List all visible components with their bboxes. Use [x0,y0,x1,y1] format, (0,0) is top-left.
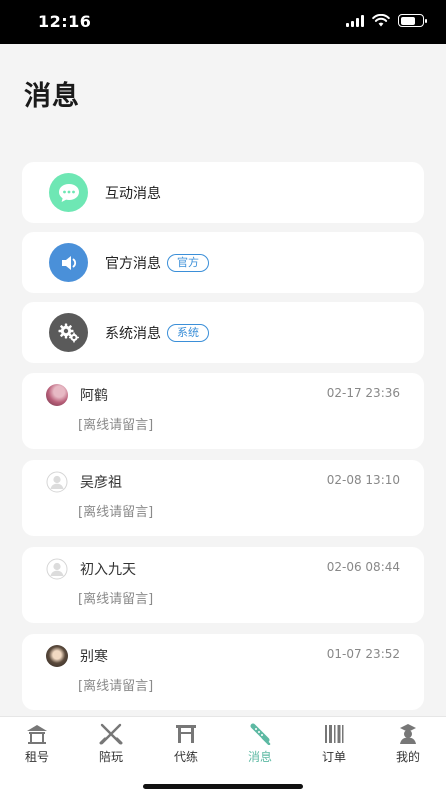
official-tag: 官方 [167,253,209,272]
tab-messages[interactable]: 消息 [230,723,290,765]
tab-label: 我的 [395,750,420,764]
category-interactive-messages[interactable]: 互动消息 [22,162,424,223]
tab-rent-account[interactable]: 租号 [7,723,67,765]
crossed-swords-icon [99,723,123,745]
system-tag: 系统 [167,323,209,342]
chat-name: 别寒 [80,649,108,665]
tab-companion[interactable]: 陪玩 [81,723,141,765]
speaker-icon [49,243,88,282]
home-indicator [143,784,303,789]
tab-label: 订单 [321,750,346,764]
tab-orders[interactable]: 订单 [304,723,364,765]
category-system-messages[interactable]: 系统消息 系统 [22,302,424,363]
tab-label: 陪玩 [98,750,123,764]
chat-item[interactable]: 阿鹤 02-17 23:36 [离线请留言] [22,373,424,449]
chat-message: [离线请留言] [78,418,154,433]
default-avatar-icon [46,558,68,580]
status-time: 12:16 [38,12,92,31]
gate-icon [176,725,196,743]
category-official-messages[interactable]: 官方消息 官方 [22,232,424,293]
chat-item[interactable]: 吴彦祖 02-08 13:10 [离线请留言] [22,460,424,536]
chat-time: 02-06 08:44 [326,560,400,574]
category-label: 官方消息 [105,255,161,272]
default-avatar-icon [46,471,68,493]
page-title: 消息 [24,81,80,112]
battery-icon [398,14,427,27]
chat-bubble-icon [49,173,88,212]
chat-name: 初入九天 [80,562,136,578]
chat-time: 01-07 23:52 [326,647,400,661]
category-label: 互动消息 [105,185,161,202]
tab-label: 代练 [173,750,198,764]
tab-label: 消息 [247,750,272,764]
signal-icon [346,14,364,27]
wifi-icon [372,14,390,27]
chat-message: [离线请留言] [78,505,154,520]
tab-label: 租号 [24,750,49,764]
pavilion-icon [27,725,47,744]
gear-icon [49,313,88,352]
chat-name: 吴彦祖 [80,475,122,491]
chat-message: [离线请留言] [78,592,154,607]
tab-boosting[interactable]: 代练 [156,723,216,765]
tab-profile[interactable]: 我的 [378,723,438,765]
chat-time: 02-08 13:10 [326,473,400,487]
chat-time: 02-17 23:36 [326,386,400,400]
avatar [46,645,68,667]
chat-name: 阿鹤 [80,388,108,404]
chat-message: [离线请留言] [78,679,154,694]
category-label: 系统消息 [105,325,161,342]
message-icon [250,723,271,745]
status-bar: 12:16 [0,0,446,44]
chat-item[interactable]: 别寒 01-07 23:52 [离线请留言] [22,634,424,710]
profile-icon [400,724,416,744]
avatar [46,384,68,406]
chat-item[interactable]: 初入九天 02-06 08:44 [离线请留言] [22,547,424,623]
status-icons [346,14,427,27]
barcode-icon [325,725,344,743]
